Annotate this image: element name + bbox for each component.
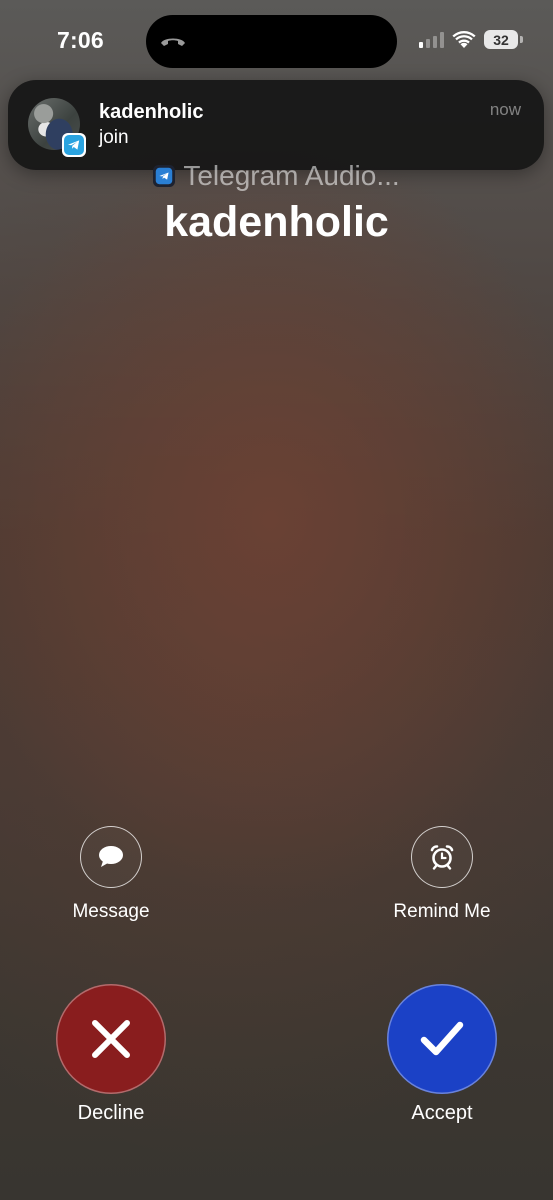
remind-me-button[interactable] — [411, 826, 473, 888]
status-icons: 32 — [419, 30, 523, 49]
status-time: 7:06 — [57, 27, 104, 53]
decline-action[interactable]: Decline — [31, 984, 191, 1125]
checkmark-icon — [420, 1021, 464, 1056]
battery-indicator: 32 — [484, 30, 523, 49]
message-action[interactable]: Message — [41, 826, 181, 923]
telegram-app-icon — [153, 165, 176, 187]
remind-me-action[interactable]: Remind Me — [372, 826, 512, 923]
notification-time: now — [489, 100, 521, 119]
accept-button[interactable] — [387, 984, 497, 1094]
call-subtitle: Telegram Audio... — [0, 160, 553, 192]
dynamic-island[interactable] — [146, 15, 397, 68]
notification-banner[interactable] — [8, 80, 544, 170]
decline-button[interactable] — [56, 984, 166, 1094]
message-label: Message — [72, 901, 150, 922]
alarm-clock-icon — [430, 845, 454, 870]
remind-me-label: Remind Me — [393, 901, 491, 922]
message-button[interactable] — [80, 826, 142, 888]
call-subtitle-text: Telegram Audio... — [183, 160, 400, 191]
accept-action[interactable]: Accept — [362, 984, 522, 1125]
accept-label: Accept — [411, 1102, 473, 1124]
telegram-icon — [62, 133, 86, 157]
wifi-icon — [452, 30, 476, 48]
incoming-call-screen: 7:06 32 kadenholic join now Telegram Aud… — [0, 0, 553, 1200]
phone-hangup-icon — [161, 38, 185, 46]
notification-body: join — [99, 127, 129, 148]
cellular-signal-icon — [419, 31, 444, 48]
decline-label: Decline — [77, 1102, 145, 1124]
close-icon — [92, 1020, 130, 1058]
message-bubble-icon — [99, 846, 123, 867]
caller-name: kadenholic — [164, 198, 389, 246]
notification-title: kadenholic — [99, 101, 204, 123]
